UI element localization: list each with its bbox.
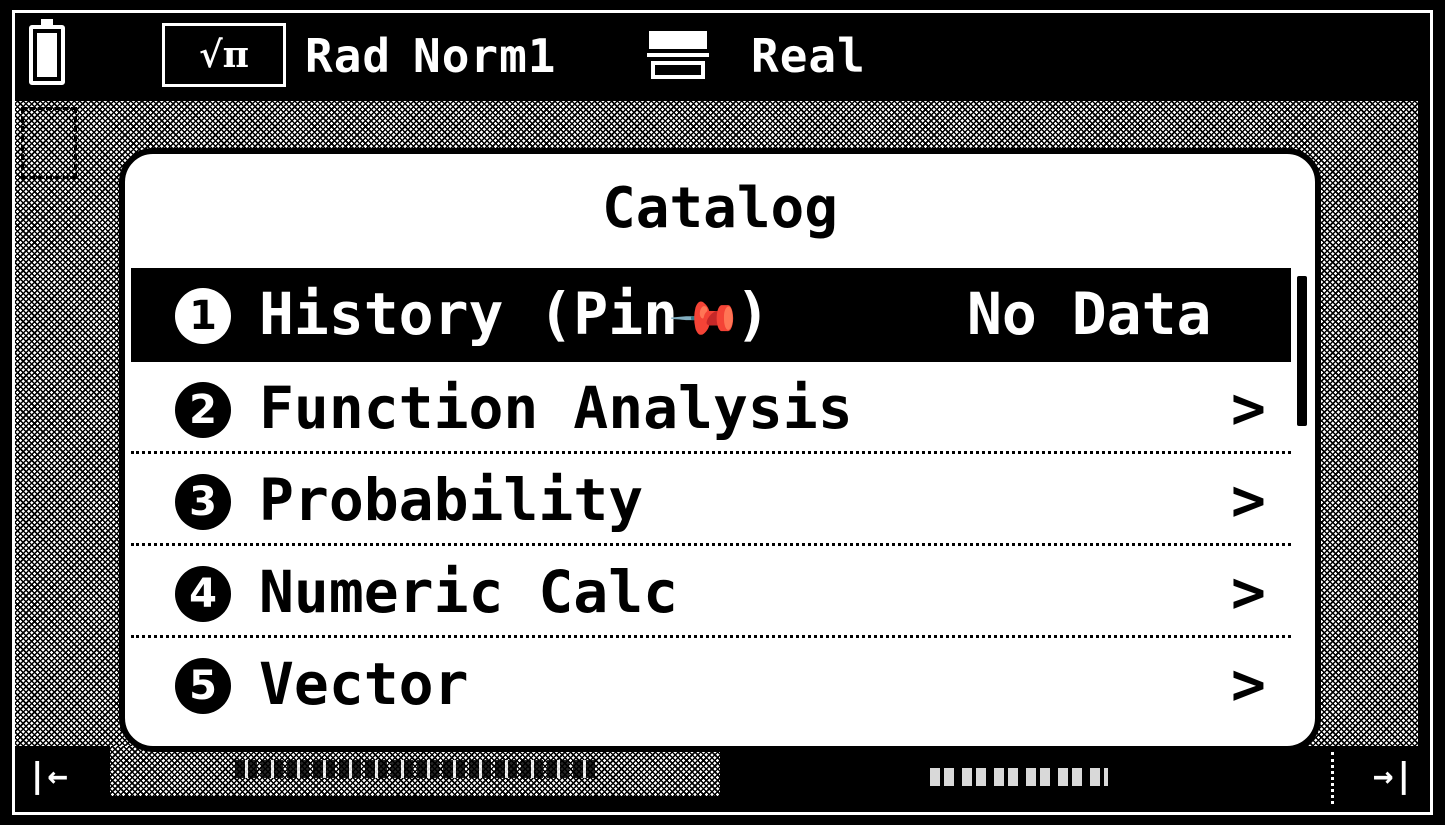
calculator-screen: √π Rad Norm1 Real |← →| Catalog 1 Histor… <box>12 10 1433 815</box>
menu-item-probability[interactable]: 3 Probability > <box>131 454 1291 546</box>
number-badge-icon: 1 <box>175 288 231 344</box>
previous-page-icon[interactable]: |← <box>27 756 68 796</box>
complex-mode-indicator: Real <box>751 29 866 83</box>
number-format-indicator: Norm1 <box>413 29 557 83</box>
next-page-icon[interactable]: →| <box>1373 756 1414 796</box>
soft-key-hint-left <box>235 760 595 778</box>
catalog-dialog: Catalog 1 History (Pin📌) No Data 2 Funct… <box>119 148 1321 752</box>
status-bar: √π Rad Norm1 Real <box>15 13 1430 101</box>
history-label-text: History (Pin <box>259 280 679 348</box>
scrollbar[interactable] <box>1297 276 1307 426</box>
battery-icon <box>29 19 65 85</box>
soft-key-hint-right <box>930 768 1108 786</box>
number-badge-icon: 2 <box>175 382 231 438</box>
menu-item-label: History (Pin📌) <box>259 278 770 358</box>
bottom-bar: |← →| <box>15 746 1430 812</box>
menu-item-label: Probability <box>259 466 644 534</box>
display-mode-icon <box>647 31 709 79</box>
dialog-title: Catalog <box>601 176 838 241</box>
chevron-right-icon: > <box>1231 650 1266 718</box>
chevron-right-icon: > <box>1231 374 1266 442</box>
number-badge-icon: 5 <box>175 658 231 714</box>
cursor-box <box>21 107 77 179</box>
menu-item-vector[interactable]: 5 Vector > <box>131 638 1291 730</box>
menu-item-numeric-calc[interactable]: 4 Numeric Calc > <box>131 546 1291 638</box>
catalog-menu: 1 History (Pin📌) No Data 2 Function Anal… <box>131 268 1291 730</box>
exact-mode-indicator: √π <box>162 23 286 87</box>
menu-item-label: Vector <box>259 650 469 718</box>
history-status-value: No Data <box>967 280 1212 348</box>
number-badge-icon: 4 <box>175 566 231 622</box>
menu-item-function-analysis[interactable]: 2 Function Analysis > <box>131 362 1291 454</box>
nav-separator <box>1331 752 1334 804</box>
angle-unit-indicator: Rad <box>305 29 392 83</box>
number-badge-icon: 3 <box>175 474 231 530</box>
chevron-right-icon: > <box>1231 558 1266 626</box>
chevron-right-icon: > <box>1231 466 1266 534</box>
menu-item-label: Numeric Calc <box>259 558 679 626</box>
right-rail <box>1418 101 1430 801</box>
menu-item-label: Function Analysis <box>259 374 853 442</box>
menu-item-history[interactable]: 1 History (Pin📌) No Data <box>131 268 1291 362</box>
